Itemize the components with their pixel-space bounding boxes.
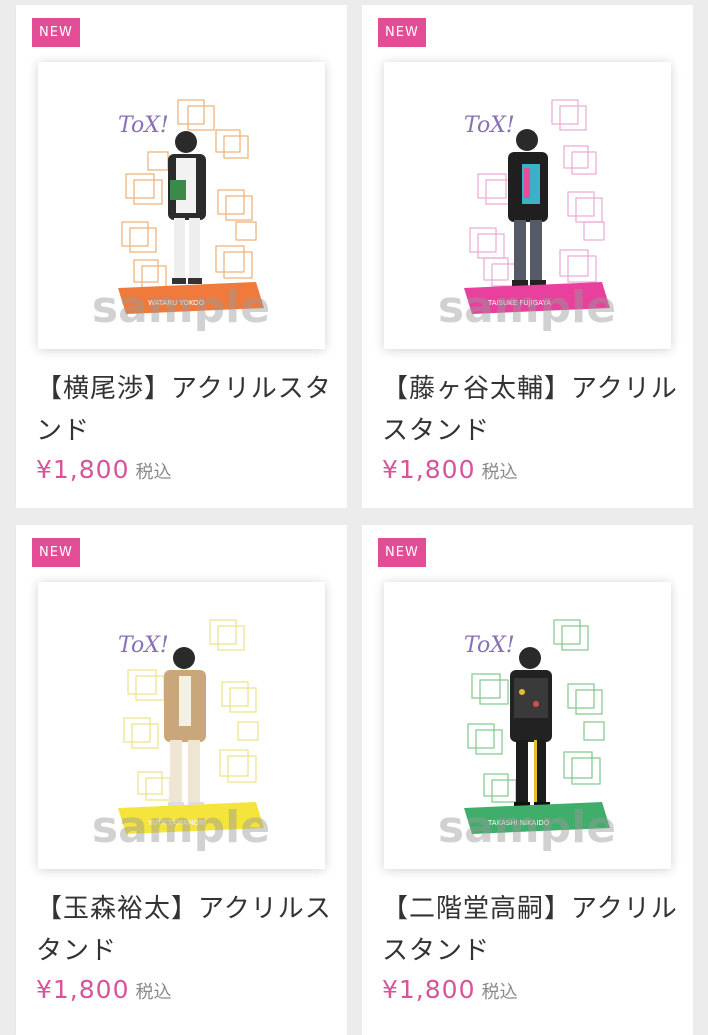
product-card[interactable]: NEW ToX! (16, 525, 347, 1035)
tax-label: 税込 (481, 462, 518, 483)
product-image[interactable]: ToX! TAISUKE FUJIGAYA sample (384, 62, 671, 349)
person-figure (164, 647, 206, 808)
product-card[interactable]: NEW ToX! (362, 5, 693, 508)
product-image[interactable]: ToX! YUTA TAMAMORI sample (38, 582, 325, 869)
new-badge: NEW (378, 538, 426, 567)
product-image[interactable]: ToX! TAKASHI NIKAIDO sample (384, 582, 671, 869)
acrylic-stand-illustration: ToX! YUTA TAMAMORI sample (92, 619, 270, 853)
price: ¥1,800 税込 (36, 455, 171, 484)
stand-logo: ToX! (118, 633, 169, 658)
sample-watermark: sample (438, 802, 616, 853)
person-figure (508, 129, 548, 286)
tax-label: 税込 (135, 982, 172, 1003)
acrylic-stand-illustration: ToX! TAISUKE FUJIGAYA sample (438, 99, 616, 333)
acrylic-stand-illustration: ToX! WATARU YOKOO sample (92, 99, 270, 333)
product-title[interactable]: 【横尾渉】アクリルスタンド (36, 368, 336, 452)
product-title[interactable]: 【二階堂高嗣】アクリルスタンド (382, 888, 682, 972)
person-figure (168, 131, 206, 284)
stand-logo: ToX! (118, 113, 169, 138)
sample-watermark: sample (438, 282, 616, 333)
new-badge: NEW (32, 18, 80, 47)
tax-label: 税込 (481, 982, 518, 1003)
price-amount: ¥1,800 (36, 455, 130, 484)
product-card[interactable]: NEW ToX! (16, 5, 347, 508)
product-title[interactable]: 【藤ヶ谷太輔】アクリルスタンド (382, 368, 682, 452)
price-amount: ¥1,800 (36, 975, 130, 1004)
product-card[interactable]: NEW ToX! (362, 525, 693, 1035)
product-image[interactable]: ToX! WATARU YOKOO sample (38, 62, 325, 349)
price: ¥1,800 税込 (382, 455, 517, 484)
price: ¥1,800 税込 (36, 975, 171, 1004)
price: ¥1,800 税込 (382, 975, 517, 1004)
product-title[interactable]: 【玉森裕太】アクリルスタンド (36, 888, 336, 972)
price-amount: ¥1,800 (382, 975, 476, 1004)
new-badge: NEW (32, 538, 80, 567)
new-badge: NEW (378, 18, 426, 47)
person-figure (510, 647, 552, 808)
tax-label: 税込 (135, 462, 172, 483)
price-amount: ¥1,800 (382, 455, 476, 484)
stand-logo: ToX! (464, 113, 515, 138)
stand-logo: ToX! (464, 633, 515, 658)
sample-watermark: sample (92, 802, 270, 853)
sample-watermark: sample (92, 282, 270, 333)
product-grid: NEW ToX! WATARU YOKOO sample 【横尾渉】アクリルスタ… (0, 0, 708, 1035)
acrylic-stand-illustration: ToX! TAKASHI NIKAIDO sample (438, 619, 616, 853)
